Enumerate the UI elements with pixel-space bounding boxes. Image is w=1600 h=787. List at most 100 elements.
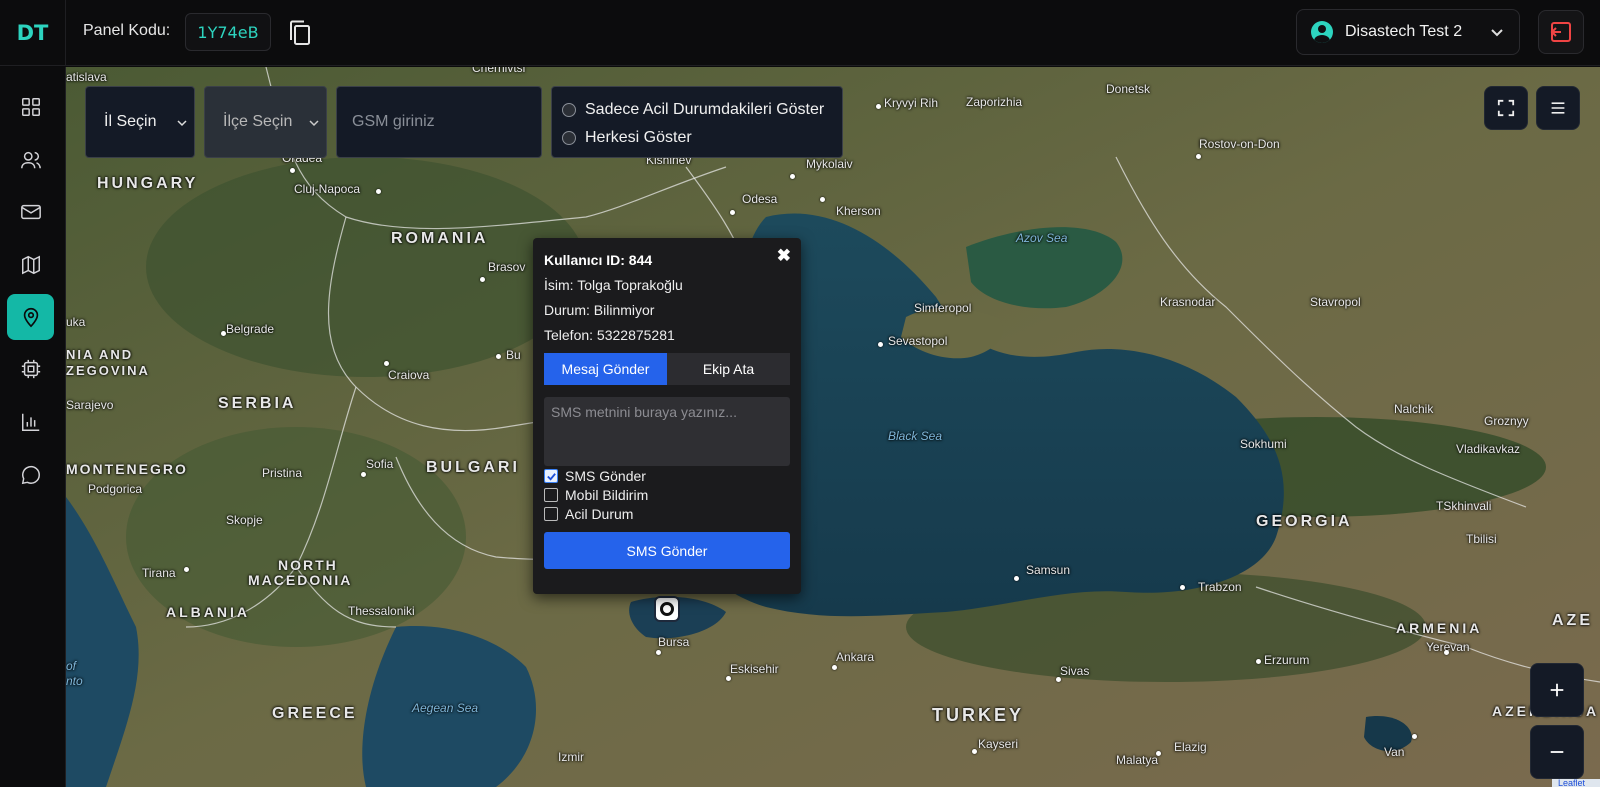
city-dot: [1180, 585, 1185, 590]
map-label: Mykolaiv: [806, 157, 853, 171]
map-label: Tirana: [142, 566, 176, 580]
tab-assign-team[interactable]: Ekip Ata: [667, 353, 790, 385]
city-dot: [972, 749, 977, 754]
mail-icon: [20, 204, 41, 220]
map-label: Krasnodar: [1160, 295, 1216, 309]
sidebar-item-map[interactable]: [7, 242, 54, 288]
map-label: Bu: [506, 348, 521, 362]
map-background: [66, 67, 1600, 787]
checkbox-unchecked[interactable]: [544, 488, 558, 502]
zoom-out-button[interactable]: [1530, 725, 1584, 779]
chat-icon: [21, 465, 40, 485]
popup-user-name: İsim: Tolga Toprakoğlu: [544, 277, 683, 293]
sidebar-item-devices[interactable]: [7, 346, 54, 392]
map-label-country: GREECE: [272, 705, 358, 722]
city-dot: [1412, 734, 1417, 739]
radio-button[interactable]: [562, 131, 576, 145]
city-dot: [376, 189, 381, 194]
map-label-sea: Aegean Sea: [412, 701, 479, 715]
map-label-country: HUNGARY: [97, 175, 199, 192]
grid-icon: [21, 98, 40, 116]
city-dot: [820, 197, 825, 202]
panel-code-label: Panel Kodu:: [83, 22, 171, 39]
checkbox-mobile-notification[interactable]: Mobil Bildirim: [544, 486, 790, 504]
radio-emergency-only[interactable]: Sadece Acil Durumdakileri Göster: [562, 96, 832, 124]
map-label: Samsun: [1026, 563, 1071, 577]
map-label: Chernivtsi: [472, 67, 526, 75]
map-label-sea: nto: [66, 674, 83, 688]
map-label: Zaporizhia: [966, 95, 1023, 109]
radio-emergency-label: Sadece Acil Durumdakileri Göster: [585, 101, 825, 118]
district-select-label: İlçe Seçin: [223, 113, 293, 130]
fullscreen-icon: [1497, 99, 1515, 117]
map-view[interactable]: atislava Chernivtsi HUNGARY Oradea Cluj-…: [66, 67, 1600, 787]
city-dot: [1444, 650, 1449, 655]
map-label: Eskisehir: [730, 662, 779, 676]
checkmark-icon: [546, 472, 556, 481]
city-dot: [726, 676, 731, 681]
sidebar-item-dashboard[interactable]: [7, 84, 54, 130]
map-label-country: TURKEY: [932, 705, 1025, 725]
radio-button[interactable]: [562, 103, 576, 117]
sidebar-item-chat[interactable]: [7, 452, 54, 498]
city-dot: [1196, 154, 1201, 159]
city-dot: [1156, 751, 1161, 756]
logout-button[interactable]: [1538, 10, 1584, 54]
copy-icon[interactable]: [286, 18, 314, 48]
user-location-marker[interactable]: [654, 596, 680, 622]
sidebar-item-location[interactable]: [7, 294, 54, 340]
map-label: Sivas: [1060, 664, 1090, 678]
map-label: Craiova: [388, 368, 430, 382]
city-dot: [1014, 576, 1019, 581]
map-label-country: ALBANIA: [166, 604, 250, 620]
sidebar-item-messages[interactable]: [7, 189, 54, 235]
user-menu-dropdown[interactable]: Disastech Test 2: [1296, 9, 1520, 55]
plus-icon: [1550, 683, 1564, 697]
bar-chart-icon: [21, 413, 39, 431]
city-dot: [790, 174, 795, 179]
sidebar-item-users[interactable]: [7, 137, 54, 183]
chip-icon: [21, 359, 40, 379]
map-label: Thessaloniki: [348, 604, 415, 618]
sms-text-input[interactable]: [544, 397, 790, 466]
district-select[interactable]: İlçe Seçin: [204, 86, 327, 158]
user-avatar-icon: [1311, 21, 1333, 43]
map-label: Tbilisi: [1466, 532, 1497, 546]
map-label: Nalchik: [1394, 402, 1434, 416]
city-dot: [1056, 677, 1061, 682]
map-label-country: ARMENIA: [1396, 620, 1483, 636]
chevron-down-icon: [1491, 29, 1503, 37]
map-label: Groznyy: [1484, 414, 1529, 428]
app-logo[interactable]: DT: [0, 0, 66, 66]
radio-show-all[interactable]: Herkesi Göster: [562, 124, 832, 152]
map-label: uka: [66, 315, 86, 329]
city-dot: [656, 650, 661, 655]
chevron-down-icon: [309, 120, 319, 127]
location-pin-icon: [23, 307, 38, 328]
checkbox-checked[interactable]: [544, 469, 558, 483]
map-label-country: BULGARI: [426, 459, 520, 476]
sidebar: [0, 67, 66, 787]
close-icon[interactable]: ✖: [777, 246, 791, 266]
popup-user-phone: Telefon: 5322875281: [544, 327, 675, 343]
sidebar-item-reports[interactable]: [7, 399, 54, 445]
map-label-country: AZE: [1552, 612, 1593, 629]
fullscreen-button[interactable]: [1484, 86, 1528, 130]
send-sms-button[interactable]: SMS Gönder: [544, 532, 790, 569]
checkbox-sms[interactable]: SMS Gönder: [544, 467, 790, 485]
tab-send-message[interactable]: Mesaj Gönder: [544, 353, 667, 385]
zoom-in-button[interactable]: [1530, 663, 1584, 717]
province-select[interactable]: İl Seçin: [85, 86, 195, 158]
city-dot: [480, 277, 485, 282]
gsm-input[interactable]: [336, 86, 542, 158]
map-label: Elazig: [1174, 740, 1207, 754]
menu-button[interactable]: [1536, 86, 1580, 130]
user-popup: ✖ Kullanıcı ID: 844 İsim: Tolga Toprakoğ…: [533, 238, 801, 594]
city-dot: [290, 168, 295, 173]
map-label-country: ZEGOVINA: [66, 363, 150, 378]
map-attribution[interactable]: Leaflet: [1552, 779, 1600, 787]
marker-ring-icon: [660, 602, 674, 616]
checkbox-unchecked[interactable]: [544, 507, 558, 521]
checkbox-emergency[interactable]: Acil Durum: [544, 505, 790, 523]
map-label: Kayseri: [978, 737, 1019, 751]
